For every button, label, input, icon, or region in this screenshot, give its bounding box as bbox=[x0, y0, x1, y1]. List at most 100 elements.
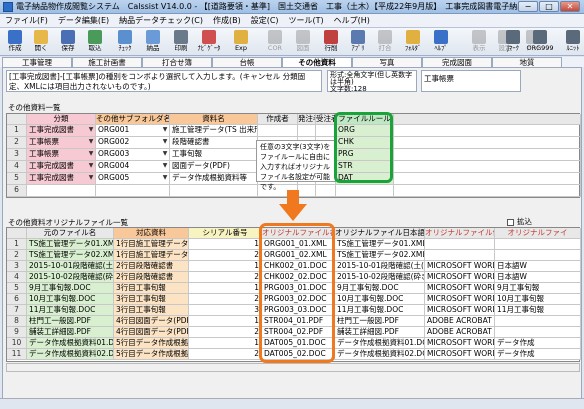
tab-4[interactable]: 台帳 bbox=[212, 57, 282, 67]
class-cell[interactable] bbox=[27, 185, 96, 197]
chevron-down-icon[interactable]: ▼ bbox=[162, 126, 168, 134]
original-app-cell[interactable]: MICROSOFT WORD bbox=[425, 283, 495, 294]
chevron-down-icon[interactable]: ▼ bbox=[88, 174, 94, 182]
source-filename-cell[interactable]: 2015-10-02段階確認(砕き作 bbox=[27, 272, 114, 283]
subfolder-cell[interactable]: ORG003 ▼ bbox=[96, 149, 170, 161]
class-cell[interactable]: 工事完成図書 ▼ bbox=[27, 161, 96, 173]
doc-name-cell[interactable]: 工事旬報 bbox=[170, 149, 258, 161]
original-app-cell[interactable] bbox=[425, 250, 495, 261]
serial-number-cell[interactable]: 1 bbox=[189, 239, 262, 250]
linked-doc-cell[interactable]: 3行目工事旬報 bbox=[114, 305, 189, 316]
maximize-button[interactable]: □ bbox=[539, 1, 559, 12]
original-jp-name-cell[interactable]: 2015-10-01段階確認(土(管) bbox=[335, 261, 425, 272]
contractor-cell[interactable] bbox=[316, 125, 336, 137]
original-app-cell[interactable]: MICROSOFT WORD bbox=[425, 294, 495, 305]
linked-doc-cell[interactable]: 1行目施工管理データ(1 bbox=[114, 239, 189, 250]
source-filename-cell[interactable]: 舗装工詳細図.PDF bbox=[27, 327, 114, 338]
original-version-cell[interactable] bbox=[495, 316, 581, 327]
tab-6[interactable]: 写真 bbox=[352, 57, 422, 67]
toolbar-button-print[interactable]: 印刷 bbox=[168, 29, 194, 55]
class-cell[interactable]: 工事完成図書 ▼ bbox=[27, 125, 96, 137]
minimize-button[interactable]: − bbox=[518, 1, 538, 12]
original-version-cell[interactable]: 9月工事旬報 bbox=[495, 283, 581, 294]
source-filename-cell[interactable]: データ作成根拠資料02.DOC bbox=[27, 349, 114, 360]
linked-doc-cell[interactable]: 4行目図面データ(PDF bbox=[114, 327, 189, 338]
close-button[interactable]: ✕ bbox=[560, 1, 580, 12]
original-version-cell[interactable]: 日本語W bbox=[495, 272, 581, 283]
original-version-cell[interactable] bbox=[495, 250, 581, 261]
original-jp-name-cell[interactable]: 11月工事旬報.DOC bbox=[335, 305, 425, 316]
original-version-cell[interactable] bbox=[495, 327, 581, 338]
tab-2[interactable]: 施工計画書 bbox=[72, 57, 142, 67]
creator-cell[interactable] bbox=[258, 125, 298, 137]
source-filename-cell[interactable]: 2015-10-01段階確認(土(管) bbox=[27, 261, 114, 272]
original-version-cell[interactable] bbox=[495, 239, 581, 250]
original-jp-name-cell[interactable]: TS施工管理データ01.XML bbox=[335, 239, 425, 250]
source-filename-cell[interactable]: データ作成根拠資料01.DOC bbox=[27, 338, 114, 349]
chevron-down-icon[interactable]: ▼ bbox=[88, 126, 94, 134]
serial-number-cell[interactable]: 1 bbox=[189, 283, 262, 294]
tab-1[interactable]: 工事管理 bbox=[2, 57, 72, 67]
linked-doc-cell[interactable]: 5行目データ作成根拠 bbox=[114, 349, 189, 360]
contractor-cell[interactable] bbox=[316, 185, 336, 197]
original-version-cell[interactable]: データ作成 bbox=[495, 338, 581, 349]
menu-tools[interactable]: ツール(T) bbox=[284, 14, 329, 27]
toolbar-button-meeting[interactable]: 打合 bbox=[372, 29, 398, 55]
tab-8[interactable]: 地質 bbox=[492, 57, 562, 67]
source-filename-cell[interactable]: TS施工管理データ02.XML bbox=[27, 250, 114, 261]
original-jp-name-cell[interactable]: TS施工管理データ02.XML bbox=[335, 250, 425, 261]
linked-doc-cell[interactable]: 3行目工事旬報 bbox=[114, 294, 189, 305]
tab-3[interactable]: 打合せ簿 bbox=[142, 57, 212, 67]
source-filename-cell[interactable]: TS施工管理データ01.XML bbox=[27, 239, 114, 250]
serial-number-cell[interactable]: 1 bbox=[189, 261, 262, 272]
doc-name-cell[interactable]: 段階確認書 bbox=[170, 137, 258, 149]
doc-name-cell[interactable]: 図面データ(PDF) bbox=[170, 161, 258, 173]
chevron-down-icon[interactable]: ▼ bbox=[88, 138, 94, 146]
menu-help[interactable]: ヘルプ(H) bbox=[329, 14, 375, 27]
original-app-cell[interactable]: ADOBE ACROBAT bbox=[425, 316, 495, 327]
subfolder-cell[interactable]: ORG002 ▼ bbox=[96, 137, 170, 149]
original-app-cell[interactable]: MICROSOFT WORD bbox=[425, 272, 495, 283]
toolbar-button-drawing[interactable]: 図面 bbox=[290, 29, 316, 55]
toolbar-button-deliver[interactable]: 納品 bbox=[140, 29, 166, 55]
orderer-cell[interactable] bbox=[298, 125, 316, 137]
tab-7[interactable]: 完成図面 bbox=[422, 57, 492, 67]
serial-number-cell[interactable]: 2 bbox=[189, 250, 262, 261]
serial-number-cell[interactable]: 1 bbox=[189, 316, 262, 327]
toolbar-button-unit[interactable]: ﾙﾆｯﾄ bbox=[560, 29, 584, 55]
toolbar-button-help[interactable]: ﾍﾙﾌﾟ bbox=[428, 29, 454, 55]
subfolder-cell[interactable] bbox=[96, 185, 170, 197]
original-version-cell[interactable]: 日本語W bbox=[495, 261, 581, 272]
original-app-cell[interactable] bbox=[425, 239, 495, 250]
subfolder-cell[interactable]: ORG001 ▼ bbox=[96, 125, 170, 137]
serial-number-cell[interactable]: 2 bbox=[189, 327, 262, 338]
expand-checkbox[interactable] bbox=[507, 219, 514, 226]
menu-file[interactable]: ファイル(F) bbox=[0, 14, 53, 27]
chevron-down-icon[interactable]: ▼ bbox=[88, 150, 94, 158]
toolbar-button-org999[interactable]: ORG999 bbox=[526, 29, 554, 55]
toolbar-button-cor[interactable]: COR bbox=[262, 29, 288, 55]
serial-number-cell[interactable]: 2 bbox=[189, 349, 262, 360]
horizontal-scrollbar[interactable] bbox=[6, 363, 580, 372]
table-row[interactable]: 1 工事完成図書 ▼ ORG001 ▼ 施工管理データ(TS 出来形) ORG bbox=[7, 125, 581, 137]
original-jp-name-cell[interactable]: 2015-10-02段階確認(砕き作 bbox=[335, 272, 425, 283]
original-app-cell[interactable]: MICROSOFT WORD bbox=[425, 338, 495, 349]
menu-check[interactable]: 納品データチェック(C) bbox=[114, 14, 208, 27]
toolbar-button-explorer[interactable]: Exp bbox=[228, 29, 254, 55]
original-app-cell[interactable]: MICROSOFT WORD bbox=[425, 349, 495, 360]
original-jp-name-cell[interactable]: 舗装工詳細図.PDF bbox=[335, 327, 425, 338]
original-jp-name-cell[interactable]: 9月工事旬報.DOC bbox=[335, 283, 425, 294]
toolbar-button-check[interactable]: ﾁｪｯｸ bbox=[112, 29, 138, 55]
subfolder-cell[interactable]: ORG005 ▼ bbox=[96, 173, 170, 185]
serial-number-cell[interactable]: 1 bbox=[189, 338, 262, 349]
original-jp-name-cell[interactable]: データ作成根拠資料02.DOC bbox=[335, 349, 425, 360]
original-app-cell[interactable]: MICROSOFT WORD bbox=[425, 261, 495, 272]
linked-doc-cell[interactable]: 1行目施工管理データ(1 bbox=[114, 250, 189, 261]
original-version-cell[interactable]: 10月工事旬報 bbox=[495, 294, 581, 305]
file-rule-cell[interactable] bbox=[336, 185, 394, 197]
tab-5[interactable]: その他資料 bbox=[282, 57, 352, 67]
serial-number-cell[interactable]: 3 bbox=[189, 305, 262, 316]
class-cell[interactable]: 工事完成図書 ▼ bbox=[27, 173, 96, 185]
source-filename-cell[interactable]: 柱門工一般図.PDF bbox=[27, 316, 114, 327]
original-version-cell[interactable]: データ作成 bbox=[495, 349, 581, 360]
